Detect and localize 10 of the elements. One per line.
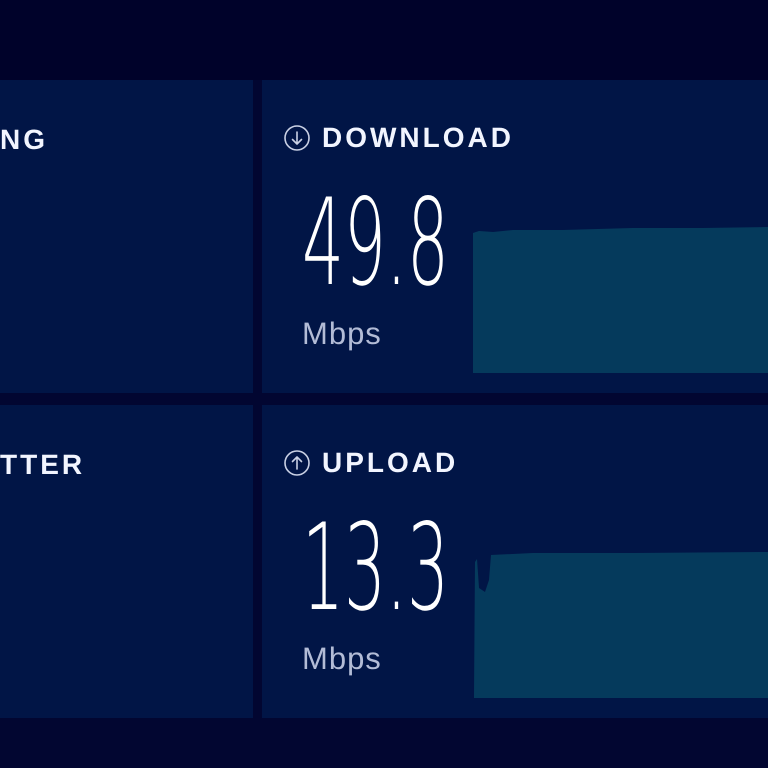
speed-unit: Mbps [302, 643, 382, 674]
metric-label: TTER [0, 451, 86, 479]
speed-unit: Mbps [302, 318, 382, 349]
speed-value: 49.8 [302, 184, 449, 304]
down-arrow-circle-icon [284, 125, 310, 151]
speed-value: 13.3 [302, 509, 449, 629]
up-arrow-circle-icon [284, 450, 310, 476]
metric-label: UPLOAD [322, 449, 458, 477]
metric-label: DOWNLOAD [322, 124, 514, 152]
metric-label: NG [0, 126, 48, 154]
